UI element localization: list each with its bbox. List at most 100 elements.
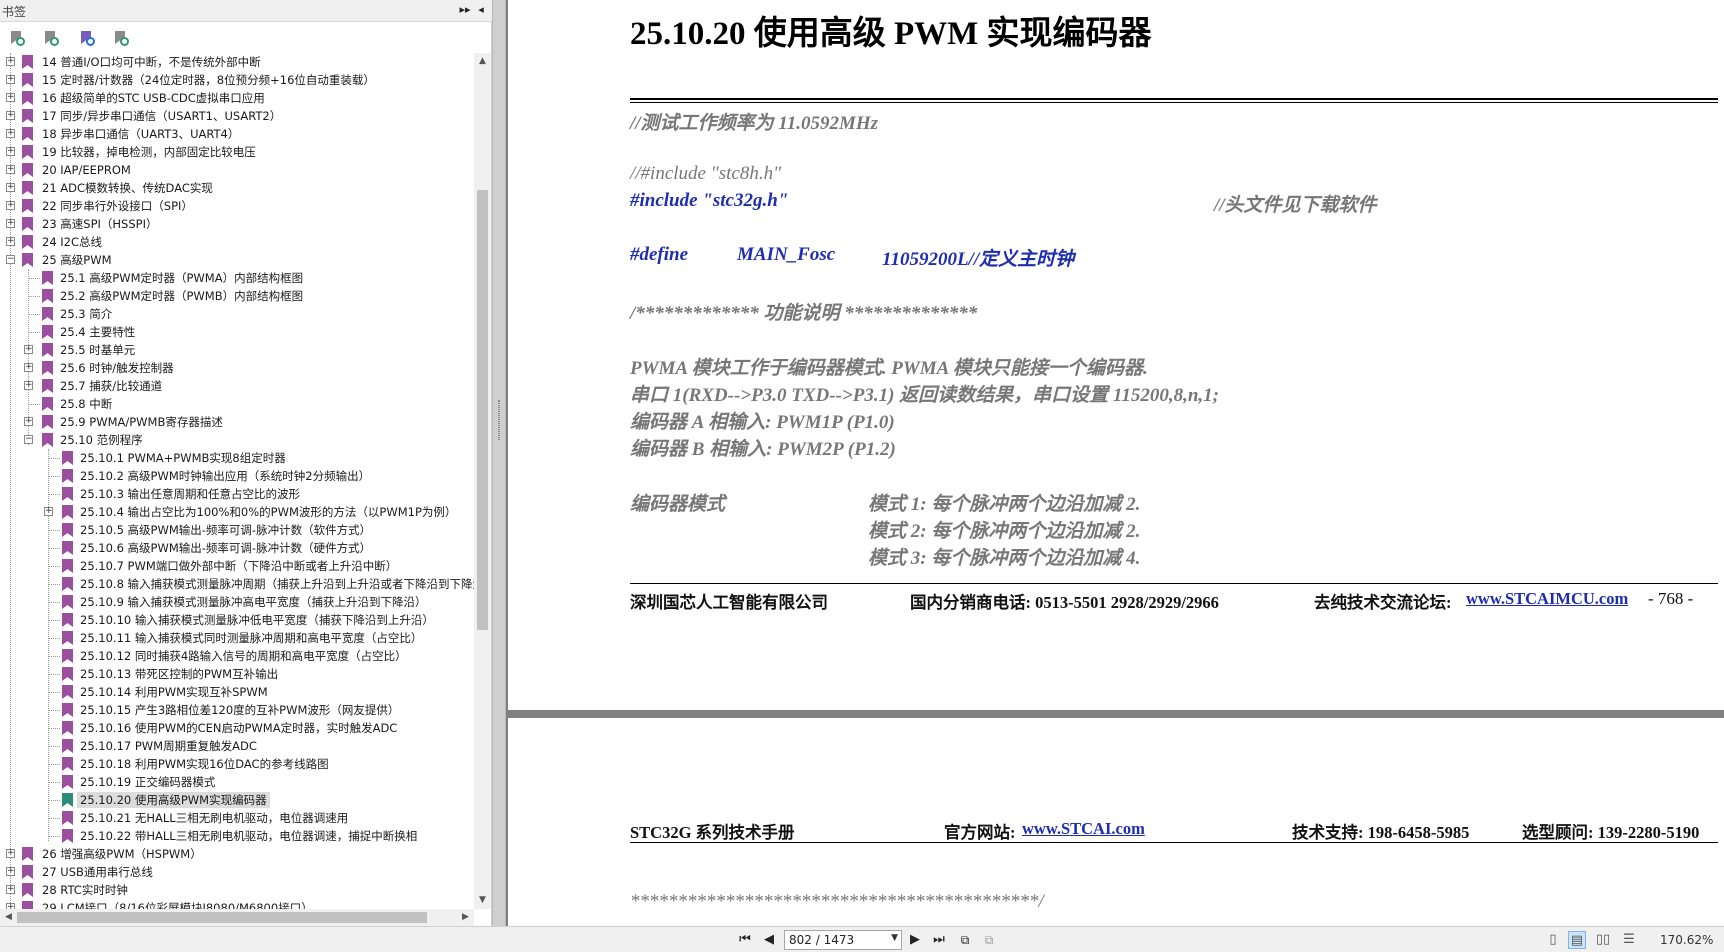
bookmark-item[interactable]: 25.10.2 高级PWM时钟输出应用（系统时钟2分频输出）	[0, 467, 474, 485]
continuous-facing-view-icon[interactable]: ☰	[1620, 931, 1638, 949]
bookmark-item[interactable]: 25.8 中断	[0, 395, 474, 413]
expand-toggle-icon[interactable]: +	[6, 867, 15, 876]
bookmark-item[interactable]: 25.10.10 输入捕获模式测量脉冲低电平宽度（捕获下降沿到上升沿）	[0, 611, 474, 629]
bookmark-item[interactable]: +25.5 时基单元	[0, 341, 474, 359]
panel-expand-icon[interactable]: ▸▸	[458, 2, 472, 18]
bookmark-item[interactable]: 25.10.12 同时捕获4路输入信号的周期和高电平宽度（占空比）	[0, 647, 474, 665]
bookmark-item[interactable]: 25.10.11 输入捕获模式同时测量脉冲周期和高电平宽度（占空比）	[0, 629, 474, 647]
bookmark-item[interactable]: +24 I2C总线	[0, 233, 474, 251]
scroll-up-icon[interactable]: ▲	[474, 53, 491, 70]
expand-toggle-icon[interactable]: +	[6, 849, 15, 858]
bookmark-item[interactable]: +19 比较器，掉电检测，内部固定比较电压	[0, 143, 474, 161]
bookmark-item[interactable]: +26 增强高级PWM（HSPWM）	[0, 845, 474, 863]
expand-toggle-icon[interactable]: +	[6, 129, 15, 138]
expand-toggle-icon[interactable]: +	[6, 219, 15, 228]
expand-toggle-icon[interactable]: +	[6, 75, 15, 84]
scroll-thumb[interactable]	[477, 190, 488, 630]
bookmark-item[interactable]: 25.10.6 高级PWM输出-频率可调-脉冲计数（硬件方式）	[0, 539, 474, 557]
bookmark-item[interactable]: 25.3 简介	[0, 305, 474, 323]
expand-toggle-icon[interactable]: +	[6, 237, 15, 246]
bookmark-item[interactable]: 25.1 高级PWM定时器（PWMA）内部结构框图	[0, 269, 474, 287]
expand-toggle-icon[interactable]: +	[6, 111, 15, 120]
prev-page-icon[interactable]: ◀	[760, 931, 778, 949]
first-page-icon[interactable]: ⏮	[736, 931, 754, 949]
bookmark-item[interactable]: +25.10.4 输出占空比为100%和0%的PWM波形的方法（以PWM1P为例…	[0, 503, 474, 521]
bookmark-find-icon[interactable]	[110, 29, 130, 49]
previous-view-icon[interactable]: ⧉	[956, 931, 974, 949]
bookmark-options-icon[interactable]	[6, 29, 26, 49]
bookmark-item[interactable]: +18 异步串口通信（UART3、UART4）	[0, 125, 474, 143]
bookmark-item[interactable]: 25.10.13 带死区控制的PWM互补输出	[0, 665, 474, 683]
bookmark-item[interactable]: 25.10.16 使用PWM的CEN启动PWMA定时器，实时触发ADC	[0, 719, 474, 737]
single-page-view-icon[interactable]: ▯	[1544, 931, 1562, 949]
last-page-icon[interactable]: ⏭	[930, 931, 948, 949]
bookmark-item[interactable]: +22 同步串行外设接口（SPI）	[0, 197, 474, 215]
header-site-link[interactable]: www.STCAI.com	[1022, 819, 1145, 839]
bookmark-expand-icon[interactable]	[40, 29, 60, 49]
bookmark-item[interactable]: +28 RTC实时时钟	[0, 881, 474, 899]
expand-toggle-icon[interactable]: +	[6, 57, 15, 66]
bookmark-item[interactable]: 25.10.21 无HALL三相无刷电机驱动，电位器调速用	[0, 809, 474, 827]
bookmark-item[interactable]: 25.10.20 使用高级PWM实现编码器	[0, 791, 474, 809]
next-page-icon[interactable]: ▶	[906, 931, 924, 949]
bookmark-item[interactable]: 25.10.7 PWM端口做外部中断（下降沿中断或者上升沿中断）	[0, 557, 474, 575]
bookmark-item[interactable]: 25.10.8 输入捕获模式测量脉冲周期（捕获上升沿到上升沿或者下降沿到下降沿）	[0, 575, 474, 593]
bookmark-item[interactable]: +17 同步/异步串口通信（USART1、USART2）	[0, 107, 474, 125]
scroll-h-thumb[interactable]	[17, 912, 427, 923]
bookmark-item[interactable]: 25.10.15 产生3路相位差120度的互补PWM波形（网友提供）	[0, 701, 474, 719]
bookmark-horizontal-scrollbar[interactable]: ◀ ▶	[0, 909, 474, 926]
bookmark-item[interactable]: − 25.10 范例程序	[0, 431, 474, 449]
bookmark-new-icon[interactable]	[76, 29, 96, 49]
chevron-down-icon[interactable]: ▼	[891, 933, 898, 943]
footer-forum-link[interactable]: www.STCAIMCU.com	[1466, 589, 1628, 609]
page-number-input[interactable]: 802 / 1473 ▼	[784, 930, 902, 950]
expand-toggle-icon[interactable]: +	[6, 165, 15, 174]
bookmark-item[interactable]: 25.10.22 带HALL三相无刷电机驱动，电位器调速，捕捉中断换相	[0, 827, 474, 845]
bookmark-vertical-scrollbar[interactable]: ▲ ▼	[474, 53, 491, 909]
bookmark-item[interactable]: 25.10.17 PWM周期重复触发ADC	[0, 737, 474, 755]
bookmark-item[interactable]: 25.10.18 利用PWM实现16位DAC的参考线路图	[0, 755, 474, 773]
panel-splitter[interactable]	[492, 0, 506, 926]
bookmark-item[interactable]: +20 IAP/EEPROM	[0, 161, 474, 179]
expand-toggle-icon[interactable]: +	[24, 345, 33, 354]
facing-view-icon[interactable]: ▯▯	[1594, 931, 1612, 949]
bookmark-item[interactable]: 25.10.14 利用PWM实现互补SPWM	[0, 683, 474, 701]
bookmark-item[interactable]: 25.10.3 输出任意周期和任意占空比的波形	[0, 485, 474, 503]
bookmark-item[interactable]: 25.2 高级PWM定时器（PWMB）内部结构框图	[0, 287, 474, 305]
scroll-right-icon[interactable]: ▶	[457, 909, 474, 926]
bookmark-item[interactable]: 25.10.1 PWMA+PWMB实现8组定时器	[0, 449, 474, 467]
expand-toggle-icon[interactable]: +	[6, 93, 15, 102]
bookmark-item[interactable]: +21 ADC模数转换、传统DAC实现	[0, 179, 474, 197]
scroll-left-icon[interactable]: ◀	[0, 909, 17, 926]
bookmark-item[interactable]: +29 LCM接口（8/16位彩屏模块I8080/M6800接口）	[0, 899, 474, 909]
next-view-icon[interactable]: ⧉	[980, 931, 998, 949]
bookmark-item[interactable]: +27 USB通用串行总线	[0, 863, 474, 881]
bookmark-item[interactable]: +23 高速SPI（HSSPI）	[0, 215, 474, 233]
expand-toggle-icon[interactable]: +	[44, 507, 53, 516]
bookmark-item[interactable]: +25.9 PWMA/PWMB寄存器描述	[0, 413, 474, 431]
bookmark-item[interactable]: 25.4 主要特性	[0, 323, 474, 341]
bookmark-item[interactable]: +25.7 捕获/比较通道	[0, 377, 474, 395]
bookmark-item[interactable]: − 25 高级PWM	[0, 251, 474, 269]
expand-toggle-icon[interactable]: +	[24, 417, 33, 426]
collapse-toggle-icon[interactable]: −	[6, 255, 15, 264]
splitter-grip[interactable]	[498, 400, 500, 440]
expand-toggle-icon[interactable]: +	[6, 147, 15, 156]
bookmark-item[interactable]: 25.10.9 输入捕获模式测量脉冲高电平宽度（捕获上升沿到下降沿）	[0, 593, 474, 611]
scroll-down-icon[interactable]: ▼	[474, 892, 491, 909]
continuous-view-icon[interactable]: ▤	[1568, 931, 1586, 949]
document-viewer[interactable]: 25.10.20 使用高级 PWM 实现编码器 //测试工作频率为 11.059…	[506, 0, 1724, 926]
panel-close-icon[interactable]: ◂	[474, 2, 488, 18]
expand-toggle-icon[interactable]: +	[6, 183, 15, 192]
expand-toggle-icon[interactable]: +	[24, 363, 33, 372]
expand-toggle-icon[interactable]: +	[24, 381, 33, 390]
bookmark-item[interactable]: 25.10.19 正交编码器模式	[0, 773, 474, 791]
collapse-toggle-icon[interactable]: −	[24, 435, 33, 444]
expand-toggle-icon[interactable]: +	[6, 885, 15, 894]
bookmark-item[interactable]: +16 超级简单的STC USB-CDC虚拟串口应用	[0, 89, 474, 107]
bookmark-item[interactable]: +14 普通I/O口均可中断，不是传统外部中断	[0, 53, 474, 71]
bookmark-item[interactable]: +25.6 时钟/触发控制器	[0, 359, 474, 377]
bookmark-item[interactable]: 25.10.5 高级PWM输出-频率可调-脉冲计数（软件方式）	[0, 521, 474, 539]
expand-toggle-icon[interactable]: +	[6, 201, 15, 210]
bookmark-item[interactable]: +15 定时器/计数器（24位定时器，8位预分频+16位自动重装载）	[0, 71, 474, 89]
